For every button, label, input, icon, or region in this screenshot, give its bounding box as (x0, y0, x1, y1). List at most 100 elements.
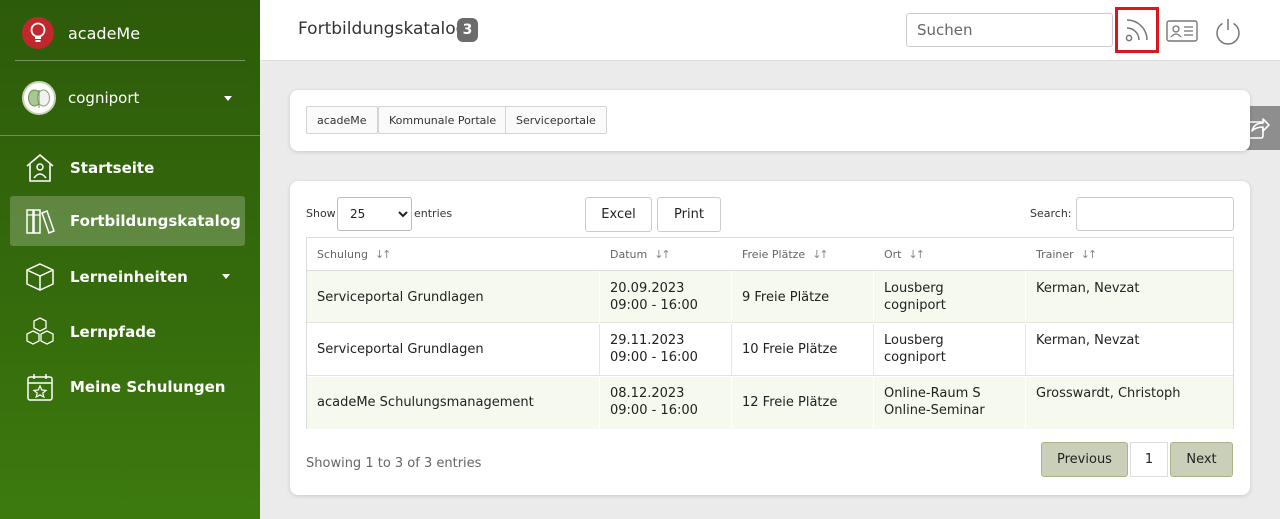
search-input[interactable] (906, 13, 1113, 47)
cell-zeit: 09:00 - 16:00 (610, 350, 698, 365)
sort-icon: ↓↑ (908, 248, 926, 261)
cell-ort: Online-Raum S (884, 386, 981, 401)
org-logo-icon (22, 81, 56, 115)
column-divider (1025, 271, 1026, 323)
divider (0, 135, 260, 136)
home-icon (26, 153, 54, 182)
cell-schulung[interactable]: acadeMe Schulungsmanagement (317, 394, 534, 411)
page-number-button[interactable]: 1 (1130, 442, 1168, 477)
cell-datum: 20.09.2023 (610, 281, 685, 296)
column-header-ort[interactable]: Ort ↓↑ (884, 248, 926, 261)
filter-chip-kommunale-portale[interactable]: Kommunale Portale (378, 106, 508, 134)
column-header-schulung[interactable]: Schulung ↓↑ (317, 248, 392, 261)
previous-button[interactable]: Previous (1041, 442, 1128, 477)
org-switcher[interactable]: cogniport (22, 81, 238, 115)
table-row[interactable]: Serviceportal Grundlagen 29.11.2023 09:0… (307, 324, 1233, 376)
cell-freie-plaetze: 10 Freie Plätze (742, 342, 838, 357)
entries-label: entries (414, 207, 453, 220)
brand-name: acadeMe (68, 23, 141, 43)
sidebar-item-label: Fortbildungskatalog (70, 212, 241, 230)
chevron-down-icon (222, 274, 230, 279)
cell-datum: 08.12.2023 (610, 386, 685, 401)
cell-schulung[interactable]: Serviceportal Grundlagen (317, 289, 484, 306)
sidebar-item-label: Startseite (70, 159, 155, 177)
cell-ort-detail: Online-Seminar (884, 403, 985, 418)
filter-panel: acadeMe Kommunale Portale Serviceportale (290, 90, 1250, 151)
filter-chip-academe[interactable]: acadeMe (306, 106, 378, 134)
column-divider (1025, 324, 1026, 376)
column-divider (731, 377, 732, 429)
profile-card-button[interactable] (1165, 14, 1199, 48)
org-name: cogniport (68, 89, 140, 107)
sidebar-item-label: Lerneinheiten (70, 268, 188, 286)
books-icon (26, 209, 55, 234)
excel-button[interactable]: Excel (585, 197, 652, 232)
divider (15, 60, 245, 61)
next-button[interactable]: Next (1170, 442, 1233, 477)
sidebar-item-lernpfade[interactable]: Lernpfade (10, 307, 245, 357)
sidebar-item-startseite[interactable]: Startseite (10, 143, 245, 193)
column-divider (873, 377, 874, 429)
top-header: Fortbildungskatalog 3 (260, 0, 1280, 61)
cube-icon (26, 263, 54, 291)
table-search-input[interactable] (1076, 197, 1234, 231)
column-header-label: Freie Plätze (742, 248, 806, 261)
sort-icon: ↓↑ (1080, 248, 1098, 261)
power-icon (1216, 19, 1240, 45)
calendar-star-icon (27, 374, 53, 401)
cell-schulung[interactable]: Serviceportal Grundlagen (317, 341, 484, 358)
sort-icon: ↓↑ (374, 248, 392, 261)
filter-chip-serviceportale[interactable]: Serviceportale (505, 106, 607, 134)
sidebar-item-label: Meine Schulungen (70, 378, 226, 396)
column-divider (731, 271, 732, 323)
table-panel: Show 25 entries Excel Print Search: Schu… (290, 181, 1250, 495)
id-card-icon (1166, 20, 1198, 42)
sidebar-item-meine-schulungen[interactable]: Meine Schulungen (10, 362, 245, 412)
sidebar-item-fortbildungskatalog[interactable]: Fortbildungskatalog (10, 196, 245, 246)
sidebar-item-label: Lernpfade (70, 323, 157, 341)
print-button[interactable]: Print (657, 197, 721, 232)
logout-button[interactable] (1212, 14, 1244, 48)
column-header-trainer[interactable]: Trainer ↓↑ (1036, 248, 1098, 261)
table-info: Showing 1 to 3 of 3 entries (306, 456, 482, 471)
bulb-icon (22, 17, 54, 49)
cubes-icon (26, 317, 54, 345)
cell-zeit: 09:00 - 16:00 (610, 298, 698, 313)
column-header-label: Trainer (1036, 248, 1074, 261)
column-header-label: Ort (884, 248, 902, 261)
cell-trainer: Grosswardt, Christoph (1036, 386, 1181, 401)
sidebar: acadeMe cogniport Startseite Fortbildung… (0, 0, 260, 519)
column-header-freie-plaetze[interactable]: Freie Plätze ↓↑ (742, 248, 829, 261)
cell-ort: Lousberg (884, 333, 944, 348)
data-table: Schulung ↓↑ Datum ↓↑ Freie Plätze ↓↑ Ort ↓↑ … (306, 237, 1234, 429)
cell-ort: Lousberg (884, 281, 944, 296)
column-divider (873, 271, 874, 323)
cell-freie-plaetze: 12 Freie Plätze (742, 395, 838, 410)
cell-datum: 29.11.2023 (610, 333, 685, 348)
cell-zeit: 09:00 - 16:00 (610, 403, 698, 418)
count-badge: 3 (457, 18, 478, 42)
cell-trainer: Kerman, Nevzat (1036, 333, 1140, 348)
column-divider (1025, 377, 1026, 429)
column-divider (599, 377, 600, 429)
cell-ort-detail: cogniport (884, 350, 946, 365)
table-row[interactable]: Serviceportal Grundlagen 20.09.2023 09:0… (307, 271, 1233, 323)
column-header-label: Schulung (317, 248, 368, 261)
page-title: Fortbildungskatalog (298, 19, 467, 39)
sidebar-item-lerneinheiten[interactable]: Lerneinheiten (10, 252, 245, 302)
column-header-label: Datum (610, 248, 648, 261)
page-length-select[interactable]: 25 (337, 197, 412, 231)
table-row[interactable]: acadeMe Schulungsmanagement 08.12.2023 0… (307, 377, 1233, 429)
show-label: Show (306, 207, 336, 220)
column-divider (599, 324, 600, 376)
rss-button[interactable] (1115, 7, 1159, 53)
column-divider (599, 271, 600, 323)
column-header-datum[interactable]: Datum ↓↑ (610, 248, 671, 261)
rss-icon (1125, 19, 1148, 42)
table-header: Schulung ↓↑ Datum ↓↑ Freie Plätze ↓↑ Ort ↓↑ … (307, 238, 1233, 271)
brand[interactable]: acadeMe (22, 17, 140, 49)
search-label: Search: (1030, 207, 1072, 220)
chevron-down-icon (224, 96, 232, 101)
column-divider (731, 324, 732, 376)
column-divider (873, 324, 874, 376)
